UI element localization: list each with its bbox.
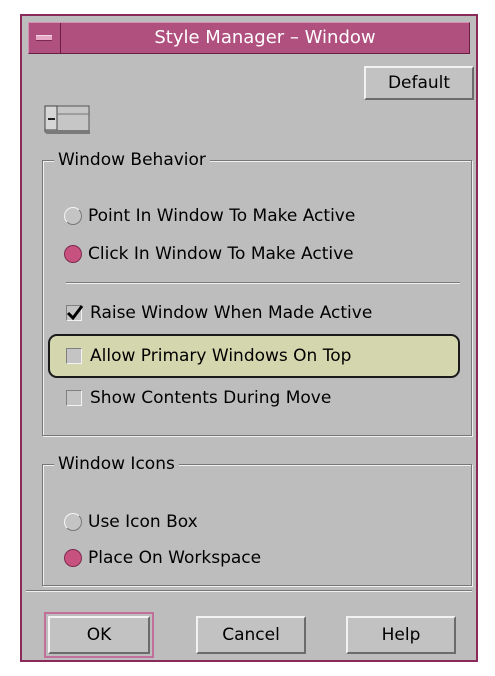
radio-place-on-workspace[interactable]: Place On Workspace — [64, 546, 261, 570]
title-bar[interactable]: Style Manager – Window — [28, 22, 470, 54]
checkbox-unchecked[interactable] — [66, 390, 82, 406]
radio-button-unselected[interactable] — [64, 513, 82, 531]
checkbox-checked[interactable] — [66, 305, 84, 321]
checkbox-allow-primary-on-top[interactable]: Allow Primary Windows On Top — [66, 344, 351, 368]
window-preview-icon — [44, 104, 92, 136]
checkbox-label: Show Contents During Move — [90, 388, 332, 408]
radio-label: Place On Workspace — [88, 548, 262, 568]
window-icons-legend: Window Icons — [54, 454, 179, 474]
help-button[interactable]: Help — [346, 616, 456, 654]
window-menu-icon — [36, 35, 52, 41]
radio-click-in-window[interactable]: Click In Window To Make Active — [64, 242, 354, 266]
cancel-button[interactable]: Cancel — [196, 616, 306, 654]
window-title: Style Manager – Window — [154, 27, 376, 48]
checkbox-show-contents[interactable]: Show Contents During Move — [66, 386, 331, 410]
footer-separator — [26, 590, 472, 592]
radio-button-selected[interactable] — [64, 549, 82, 567]
checkbox-raise-window[interactable]: Raise Window When Made Active — [66, 301, 372, 325]
radio-label: Use Icon Box — [88, 512, 198, 532]
checkbox-label: Allow Primary Windows On Top — [90, 346, 352, 366]
checkmark-icon — [66, 305, 84, 321]
window-behavior-legend: Window Behavior — [54, 150, 210, 170]
radio-button-selected[interactable] — [64, 245, 82, 263]
radio-label: Point In Window To Make Active — [88, 206, 356, 226]
radio-point-in-window[interactable]: Point In Window To Make Active — [64, 204, 355, 228]
radio-label: Click In Window To Make Active — [88, 244, 354, 264]
window-menu-button[interactable] — [29, 23, 61, 53]
behavior-separator — [66, 282, 460, 284]
style-manager-window: Style Manager – Window Default Window Be… — [20, 14, 478, 662]
checkbox-label: Raise Window When Made Active — [90, 303, 373, 323]
radio-button-unselected[interactable] — [64, 207, 82, 225]
ok-button[interactable]: OK — [48, 616, 150, 654]
default-button[interactable]: Default — [364, 66, 474, 100]
radio-use-icon-box[interactable]: Use Icon Box — [64, 510, 198, 534]
checkbox-unchecked[interactable] — [66, 348, 82, 364]
